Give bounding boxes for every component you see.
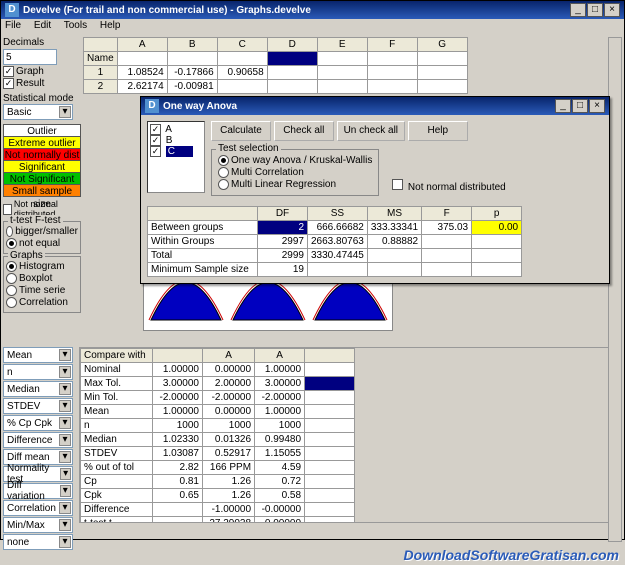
- not-normal-checkbox[interactable]: [3, 204, 12, 215]
- test-selection-group: Test selection One way Anova / Kruskal-W…: [211, 149, 379, 196]
- graph-checkbox[interactable]: ✓: [3, 66, 14, 77]
- legend-item: Not Significant: [3, 172, 81, 185]
- chevron-down-icon: ▾: [59, 417, 71, 429]
- dialog-close-button[interactable]: ×: [589, 99, 605, 113]
- anova-table: DFSSMSFpBetween groups2666.66682333.3334…: [147, 206, 603, 277]
- calculate-button[interactable]: Calculate: [211, 121, 271, 141]
- menu-tools[interactable]: Tools: [64, 20, 87, 31]
- graph-radio-time serie[interactable]: [6, 285, 17, 296]
- dialog-not-normal-checkbox[interactable]: [392, 179, 403, 190]
- stat-combos-column: Mean▾n▾Median▾STDEV▾% Cp Cpk▾Difference▾…: [3, 347, 75, 550]
- test-radio[interactable]: [218, 155, 229, 166]
- legend-item: Small sample size: [3, 184, 81, 197]
- test-radio[interactable]: [218, 167, 229, 178]
- stat-mode-label: Statistical mode: [3, 93, 74, 104]
- chevron-down-icon: ▾: [59, 383, 71, 395]
- chevron-down-icon: ▾: [59, 451, 71, 463]
- window-title: Develve (For trail and non commercial us…: [23, 5, 570, 16]
- graph-radio-correlation[interactable]: [6, 297, 17, 308]
- close-button[interactable]: ×: [604, 3, 620, 17]
- stat-select[interactable]: none▾: [3, 534, 73, 550]
- chevron-down-icon: ▾: [59, 366, 71, 378]
- list-checkbox[interactable]: ✓: [150, 135, 161, 146]
- check-all-button[interactable]: Check all: [274, 121, 334, 141]
- chevron-down-icon: ▾: [60, 485, 71, 497]
- lower-results-grid[interactable]: Compare withAANominal1.000000.000001.000…: [79, 347, 622, 523]
- chevron-down-icon: ▾: [60, 468, 71, 480]
- uncheck-all-button[interactable]: Un check all: [337, 121, 405, 141]
- graph-radio-histogram[interactable]: [6, 261, 17, 272]
- legend-list: OutlierExtreme outlierNot normally distS…: [3, 124, 81, 197]
- result-checkbox-label: Result: [16, 78, 44, 89]
- left-panel: Decimals ✓Graph ✓Result Statistical mode…: [3, 37, 81, 313]
- chevron-down-icon: ▾: [59, 349, 71, 361]
- not-equal-radio[interactable]: [6, 238, 17, 249]
- chevron-down-icon: ▾: [59, 536, 71, 548]
- menubar: File Edit Tools Help: [1, 19, 624, 35]
- chevron-down-icon: ▾: [59, 106, 71, 118]
- stat-select[interactable]: Diff variation▾: [3, 483, 73, 499]
- watermark: DownloadSoftwareGratisan.com: [404, 547, 619, 563]
- app-icon: D: [5, 3, 19, 17]
- minimize-button[interactable]: _: [570, 3, 586, 17]
- help-button[interactable]: Help: [408, 121, 468, 141]
- stat-select[interactable]: % Cp Cpk▾: [3, 415, 73, 431]
- menu-file[interactable]: File: [5, 20, 21, 31]
- graphs-group: Graphs HistogramBoxplotTime serieCorrela…: [3, 256, 81, 313]
- app-icon: D: [145, 99, 159, 113]
- titlebar: D Develve (For trail and non commercial …: [1, 1, 624, 19]
- column-listbox[interactable]: ✓ A✓ B✓ C: [147, 121, 205, 193]
- stat-select[interactable]: n▾: [3, 364, 73, 380]
- menu-edit[interactable]: Edit: [34, 20, 51, 31]
- stat-select[interactable]: Correlation▾: [3, 500, 73, 516]
- result-checkbox[interactable]: ✓: [3, 78, 14, 89]
- list-checkbox[interactable]: ✓: [150, 146, 161, 157]
- bigger-smaller-radio[interactable]: [6, 226, 13, 237]
- decimals-input[interactable]: [3, 49, 57, 65]
- stat-select[interactable]: Median▾: [3, 381, 73, 397]
- dialog-title: One way Anova: [163, 101, 555, 112]
- vertical-scrollbar[interactable]: [608, 37, 622, 542]
- one-way-anova-dialog: D One way Anova _ □ × ✓ A✓ B✓ C Calculat…: [140, 96, 610, 284]
- decimals-label: Decimals: [3, 37, 44, 48]
- top-data-grid[interactable]: ABCDEFGName11.08524-0.178660.9065822.621…: [83, 37, 622, 94]
- chevron-down-icon: ▾: [59, 502, 71, 514]
- graph-radio-boxplot[interactable]: [6, 273, 17, 284]
- legend-item: Extreme outlier: [3, 136, 81, 149]
- legend-item: Not normally dist: [3, 148, 81, 161]
- stat-select[interactable]: Min/Max▾: [3, 517, 73, 533]
- chevron-down-icon: ▾: [59, 434, 71, 446]
- chevron-down-icon: ▾: [59, 400, 71, 412]
- stat-mode-select[interactable]: Basic▾: [3, 104, 73, 120]
- menu-help[interactable]: Help: [100, 20, 121, 31]
- stat-select[interactable]: STDEV▾: [3, 398, 73, 414]
- dialog-maximize-button[interactable]: □: [572, 99, 588, 113]
- maximize-button[interactable]: □: [587, 3, 603, 17]
- stat-select[interactable]: Mean▾: [3, 347, 73, 363]
- stat-select[interactable]: Difference▾: [3, 432, 73, 448]
- chevron-down-icon: ▾: [59, 519, 71, 531]
- name-header: Name: [84, 52, 118, 66]
- list-checkbox[interactable]: ✓: [150, 124, 161, 135]
- test-radio[interactable]: [218, 179, 229, 190]
- dialog-minimize-button[interactable]: _: [555, 99, 571, 113]
- graph-checkbox-label: Graph: [16, 66, 44, 77]
